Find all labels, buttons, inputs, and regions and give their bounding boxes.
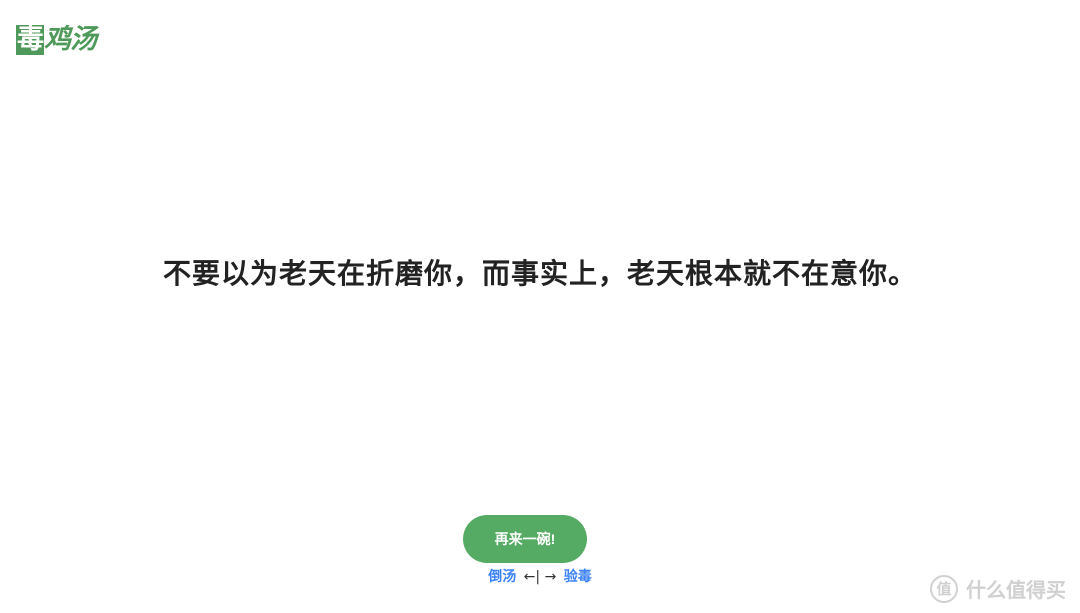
- keyboard-hint: 倒汤 ←| → 验毒: [0, 566, 1080, 586]
- quote-text: 不要以为老天在折磨你，而事实上，老天根本就不在意你。: [162, 257, 917, 290]
- pour-soup-link[interactable]: 倒汤: [488, 569, 516, 585]
- page: 毒 鸡汤 不要以为老天在折磨你，而事实上，老天根本就不在意你。 再来一碗! 倒汤…: [0, 0, 1080, 613]
- site-logo[interactable]: 毒 鸡汤: [16, 22, 97, 58]
- watermark-text: 什么值得买: [966, 578, 1066, 602]
- another-bowl-button[interactable]: 再来一碗!: [463, 515, 587, 563]
- watermark: 值 什么值得买: [930, 574, 1066, 603]
- logo-first-char: 毒: [16, 24, 44, 55]
- logo-text: 鸡汤: [44, 24, 97, 55]
- check-poison-link[interactable]: 验毒: [564, 569, 592, 585]
- watermark-logo-icon: 值: [930, 574, 958, 603]
- arrow-keys-hint: ←| →: [523, 569, 557, 585]
